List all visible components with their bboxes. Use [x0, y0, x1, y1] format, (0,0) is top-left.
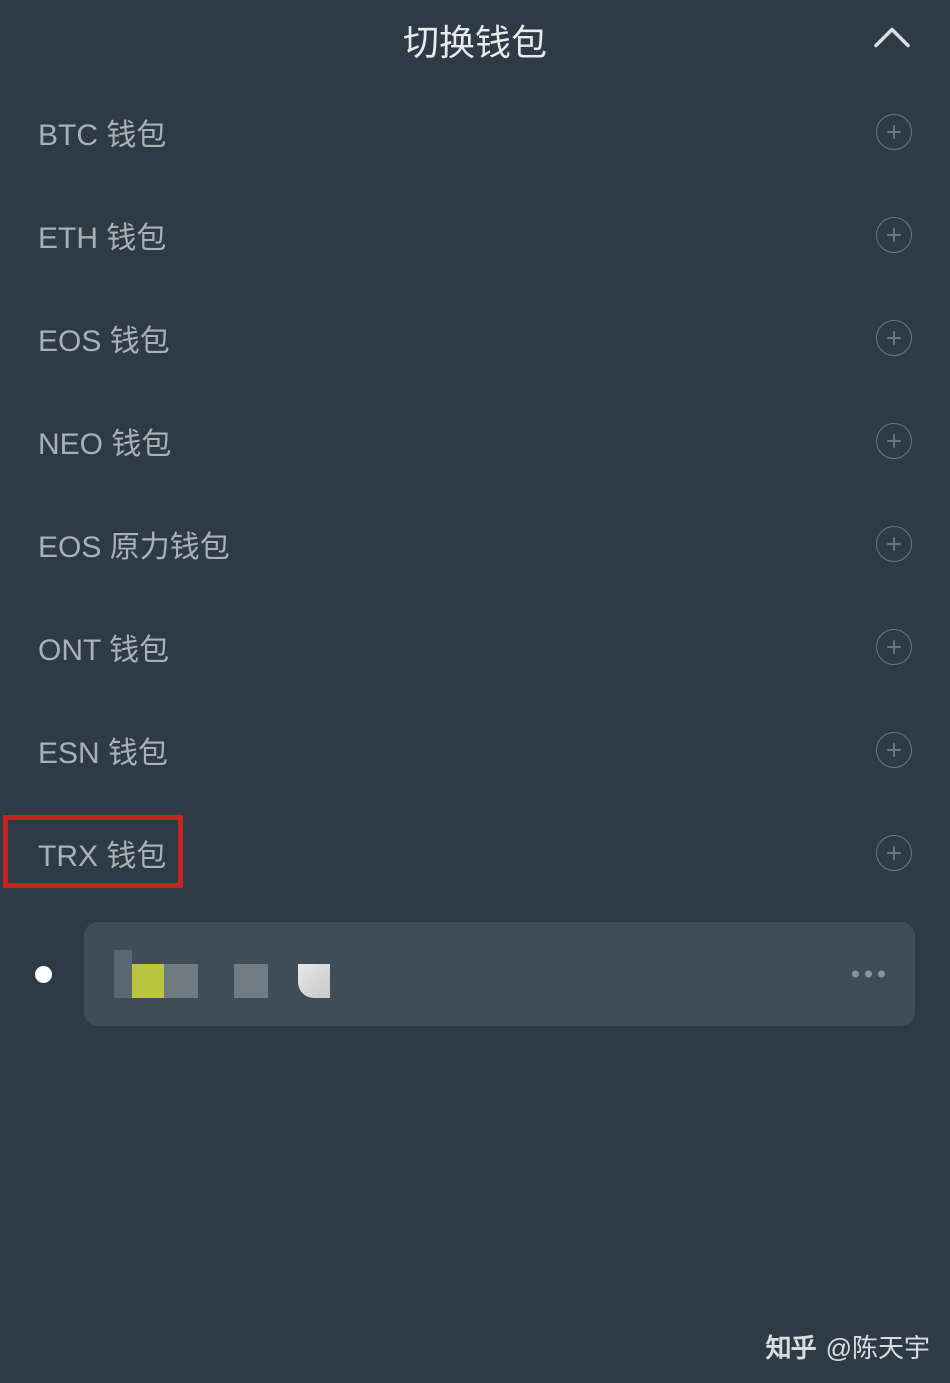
- add-wallet-button[interactable]: [876, 114, 912, 150]
- wallet-label: ONT 钱包: [38, 625, 169, 669]
- wallet-label: NEO 钱包: [38, 419, 171, 463]
- redacted-block: [132, 964, 164, 998]
- radio-selected-icon[interactable]: [35, 966, 52, 983]
- wallet-list: BTC 钱包 ETH 钱包 EOS 钱包 NEO 钱包 EOS 原力钱包 ONT…: [0, 80, 950, 904]
- add-wallet-button[interactable]: [876, 526, 912, 562]
- wallet-label: TRX 钱包: [38, 831, 166, 875]
- add-wallet-button[interactable]: [876, 320, 912, 356]
- add-wallet-button[interactable]: [876, 217, 912, 253]
- wallet-item-ont[interactable]: ONT 钱包: [0, 595, 950, 698]
- wallet-label: EOS 原力钱包: [38, 522, 230, 566]
- wallet-label: BTC 钱包: [38, 110, 166, 154]
- redacted-block: [298, 964, 330, 998]
- wallet-item-btc[interactable]: BTC 钱包: [0, 80, 950, 183]
- selected-wallet-row: [35, 922, 915, 1026]
- add-wallet-button[interactable]: [876, 423, 912, 459]
- redacted-block: [114, 950, 132, 998]
- watermark: 知乎 @陈天宇: [766, 1328, 930, 1365]
- wallet-label: ETH 钱包: [38, 213, 166, 257]
- wallet-card-content: [114, 950, 330, 998]
- zhihu-logo: 知乎: [766, 1328, 816, 1365]
- wallet-item-esn[interactable]: ESN 钱包: [0, 698, 950, 801]
- wallet-item-eos[interactable]: EOS 钱包: [0, 286, 950, 389]
- more-icon[interactable]: [852, 971, 885, 978]
- wallet-label: ESN 钱包: [38, 728, 168, 772]
- wallet-label: EOS 钱包: [38, 316, 170, 360]
- wallet-item-eth[interactable]: ETH 钱包: [0, 183, 950, 286]
- add-wallet-button[interactable]: [876, 835, 912, 871]
- header: 切换钱包: [0, 0, 950, 80]
- redacted-block: [164, 964, 198, 998]
- redacted-block: [234, 964, 268, 998]
- wallet-item-neo[interactable]: NEO 钱包: [0, 389, 950, 492]
- wallet-item-eos-force[interactable]: EOS 原力钱包: [0, 492, 950, 595]
- add-wallet-button[interactable]: [876, 629, 912, 665]
- watermark-author: @陈天宇: [826, 1328, 930, 1365]
- add-wallet-button[interactable]: [876, 732, 912, 768]
- chevron-up-icon[interactable]: [872, 26, 912, 55]
- page-title: 切换钱包: [403, 14, 547, 66]
- wallet-card[interactable]: [84, 922, 915, 1026]
- wallet-item-trx[interactable]: TRX 钱包: [0, 801, 950, 904]
